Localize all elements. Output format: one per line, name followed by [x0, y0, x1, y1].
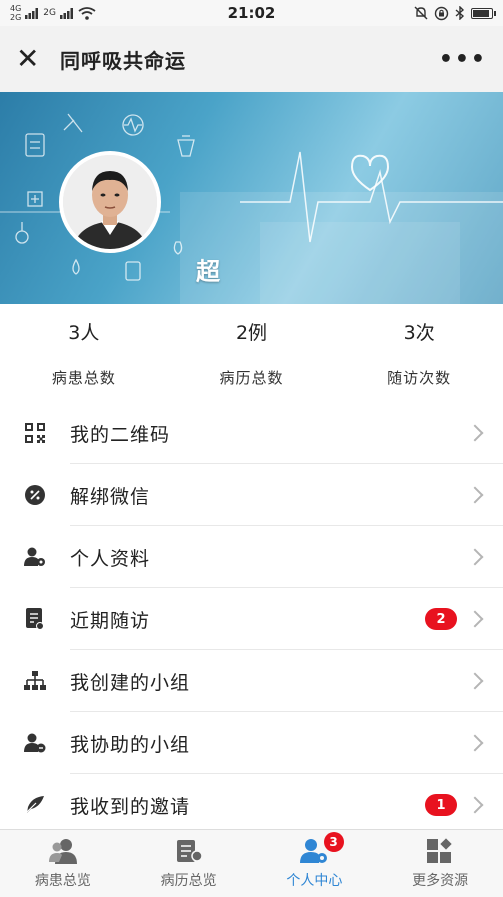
page-title: 同呼吸共命运 [60, 48, 186, 73]
status-bar: 4G 2G 2G 21:02 [0, 0, 503, 26]
menu-item-invitations[interactable]: 我收到的邀请 1 [0, 774, 503, 836]
status-icons [414, 6, 496, 21]
menu-item-unbind-wechat[interactable]: 解绑微信 [0, 464, 503, 526]
menu-item-profile[interactable]: 个人资料 [0, 526, 503, 588]
menu-label: 我创建的小组 [70, 671, 191, 694]
document-icon [23, 607, 47, 631]
nav-bar: ✕ 同呼吸共命运 ••• [0, 26, 503, 92]
stat-label: 随访次数 [387, 369, 452, 387]
chevron-right-icon [466, 734, 484, 752]
menu-list: 我的二维码 解绑微信 个人资料 近期随访 2 我创建的小组 我协助的小组 我收到… [0, 402, 503, 836]
tab-label: 更多资源 [412, 872, 469, 889]
qr-code-icon [23, 421, 47, 445]
battery-icon [471, 7, 496, 19]
chevron-right-icon [466, 548, 484, 566]
menu-label: 我收到的邀请 [70, 795, 191, 818]
chevron-right-icon [466, 796, 484, 814]
avatar[interactable] [59, 151, 161, 253]
tab-records-overview[interactable]: 病历总览 [126, 830, 252, 897]
unbind-icon [23, 483, 47, 507]
tab-user-center[interactable]: 3 个人中心 [252, 830, 378, 897]
bottom-tab-bar: 病患总览 病历总览 3 个人中心 更多资源 [0, 829, 503, 897]
stat-value: 3次 [403, 322, 435, 344]
network-type-top: 4G [10, 4, 22, 13]
profile-banner: 超 [0, 92, 503, 304]
tab-label: 病历总览 [160, 872, 217, 889]
chevron-right-icon [466, 610, 484, 628]
stat-label: 病患总数 [51, 369, 116, 387]
tab-patients-overview[interactable]: 病患总览 [0, 830, 126, 897]
tab-label: 病患总览 [34, 872, 91, 889]
menu-item-recent-followups[interactable]: 近期随访 2 [0, 588, 503, 650]
patients-icon [48, 838, 77, 864]
chevron-right-icon [466, 486, 484, 504]
org-chart-icon [23, 669, 47, 693]
stat-label: 病历总数 [219, 369, 284, 387]
chevron-right-icon [466, 424, 484, 442]
signal-icon [60, 7, 73, 19]
stats-panel: 3人 病患总数 2例 病历总数 3次 随访次数 [0, 304, 503, 402]
records-icon [176, 839, 203, 862]
resources-icon [427, 837, 452, 863]
notification-badge: 2 [425, 608, 457, 630]
network-type-label: 2G [43, 7, 56, 18]
menu-label: 个人资料 [70, 547, 151, 570]
wifi-icon [78, 6, 96, 20]
tab-label: 个人中心 [286, 872, 343, 889]
rotation-lock-icon [434, 6, 449, 20]
feather-icon [23, 793, 47, 817]
mute-bell-icon [414, 6, 428, 20]
network-indicators: 4G 2G 2G [10, 4, 96, 22]
network-type-bottom: 2G [10, 13, 22, 22]
chevron-right-icon [466, 672, 484, 690]
tab-more-resources[interactable]: 更多资源 [377, 830, 503, 897]
signal-icon [25, 7, 39, 19]
bluetooth-icon [455, 6, 465, 20]
stat-patients[interactable]: 3人 病患总数 [0, 304, 168, 402]
menu-item-created-groups[interactable]: 我创建的小组 [0, 650, 503, 712]
stat-value: 2例 [235, 322, 268, 344]
close-icon[interactable]: ✕ [16, 45, 46, 73]
user-settings-icon [23, 545, 47, 569]
user-name: 超 [196, 257, 220, 286]
menu-item-assisted-groups[interactable]: 我协助的小组 [0, 712, 503, 774]
menu-label: 解绑微信 [70, 485, 151, 508]
menu-label: 我协助的小组 [70, 733, 191, 756]
menu-label: 近期随访 [70, 609, 151, 632]
stat-records[interactable]: 2例 病历总数 [168, 304, 336, 402]
notification-badge: 3 [323, 832, 344, 852]
menu-item-qr-code[interactable]: 我的二维码 [0, 402, 503, 464]
stat-value: 3人 [68, 322, 100, 344]
user-add-icon [23, 731, 47, 755]
stat-followups[interactable]: 3次 随访次数 [335, 304, 503, 402]
user-photo [63, 155, 157, 249]
menu-label: 我的二维码 [70, 423, 171, 446]
more-menu-icon[interactable]: ••• [439, 47, 487, 72]
notification-badge: 1 [425, 794, 457, 816]
